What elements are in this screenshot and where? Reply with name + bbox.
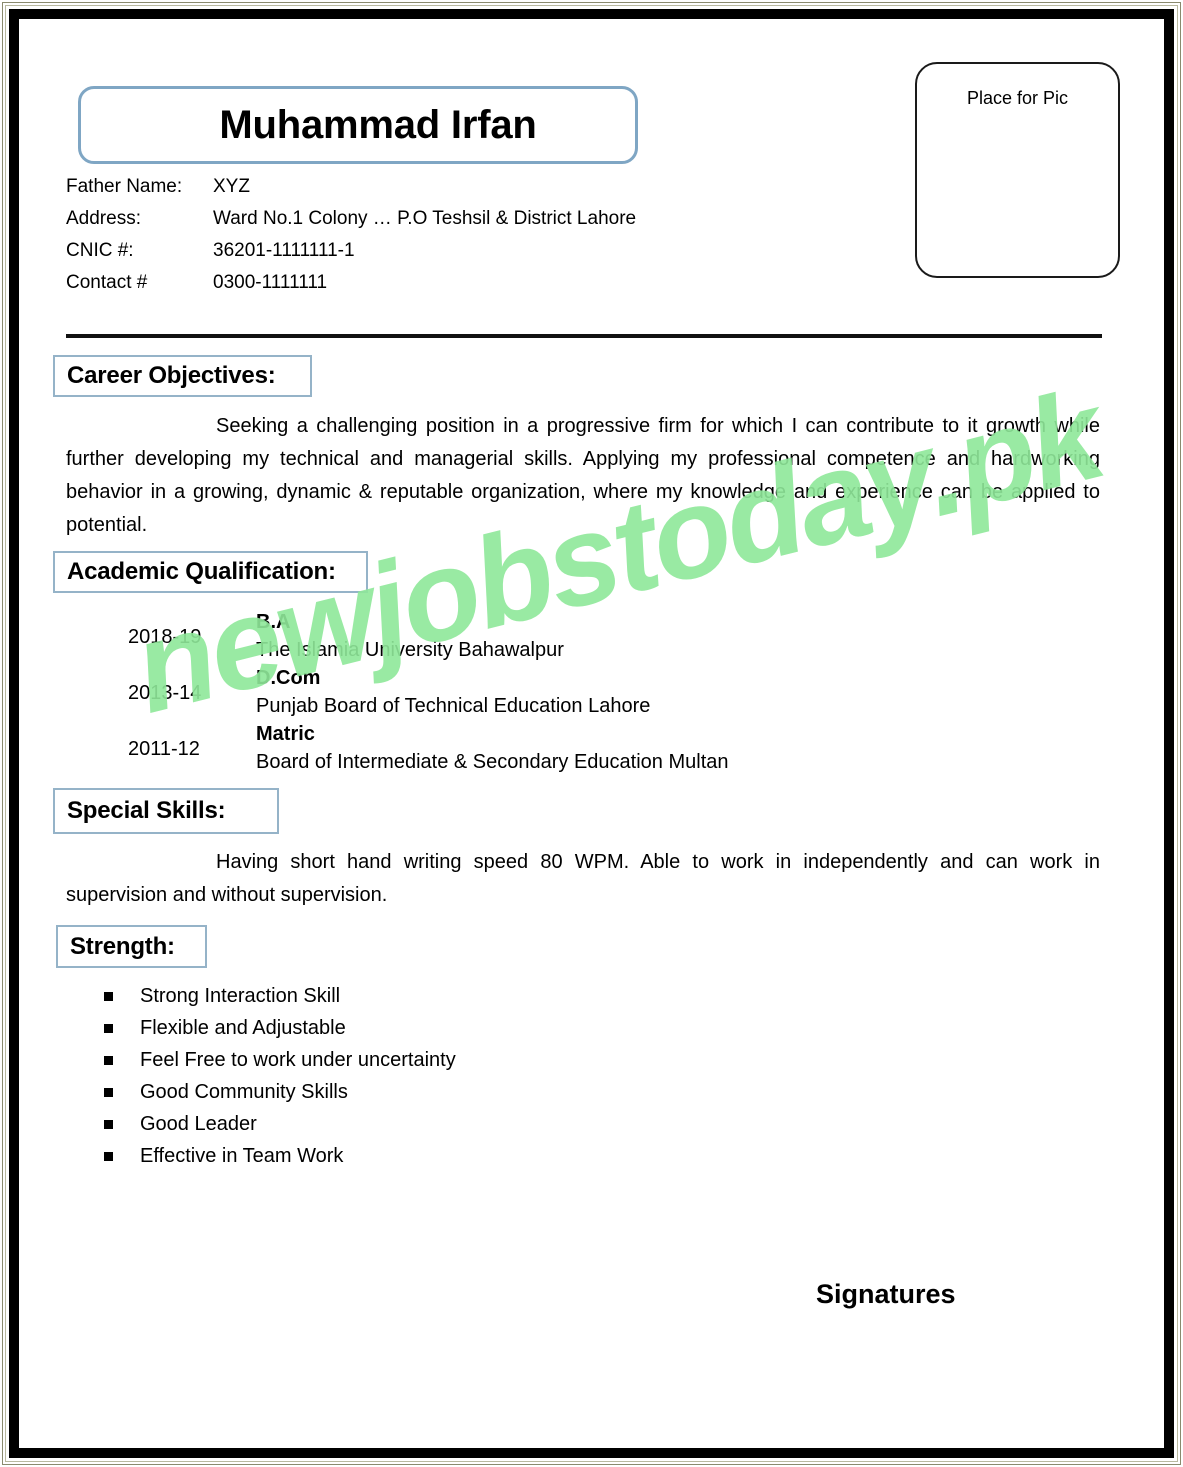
photo-placeholder-box: Place for Pic	[915, 62, 1120, 278]
info-row: Address: Ward No.1 Colony … P.O Teshsil …	[66, 208, 866, 240]
info-value-father-name: XYZ	[213, 176, 250, 197]
strength-item-label: Flexible and Adjustable	[140, 1016, 346, 1039]
list-item: Good Community Skills	[104, 1076, 804, 1108]
info-row: Father Name: XYZ	[66, 176, 866, 208]
education-entry: 2018-19 B.A The Islamia University Bahaw…	[66, 608, 966, 664]
photo-placeholder-label: Place for Pic	[966, 88, 1069, 108]
info-label-contact: Contact #	[66, 272, 148, 293]
header-divider-rule	[66, 334, 1102, 338]
education-degree: Matric	[256, 723, 315, 745]
education-year: 2013-14	[128, 682, 202, 704]
strength-item-label: Strong Interaction Skill	[140, 984, 341, 1007]
special-skills-text: Having short hand writing speed 80 WPM. …	[66, 851, 1100, 906]
education-institution: Punjab Board of Technical Education Laho…	[256, 695, 651, 717]
education-entry: 2011-12 Matric Board of Intermediate & S…	[66, 720, 966, 776]
education-institution: Board of Intermediate & Secondary Educat…	[256, 751, 729, 773]
education-detail: Matric Board of Intermediate & Secondary…	[256, 720, 966, 776]
list-item: Flexible and Adjustable	[104, 1012, 804, 1044]
list-item: Strong Interaction Skill	[104, 980, 804, 1012]
square-bullet-icon	[104, 1055, 113, 1065]
square-bullet-icon	[104, 1119, 113, 1129]
info-row: Contact # 0300-1111111	[66, 272, 866, 304]
section-heading-strength: Strength:	[56, 925, 207, 968]
list-item: Good Leader	[104, 1108, 804, 1140]
list-item: Feel Free to work under uncertainty	[104, 1044, 804, 1076]
candidate-name: Muhammad Irfan	[219, 102, 537, 147]
square-bullet-icon	[104, 991, 113, 1001]
section-heading-career-objectives: Career Objectives:	[53, 355, 312, 397]
education-detail: D.Com Punjab Board of Technical Educatio…	[256, 664, 966, 720]
education-year: 2018-19	[128, 626, 202, 648]
resume-content: Muhammad Irfan Place for Pic Father Name…	[0, 0, 1183, 1467]
info-row: CNIC #: 36201-1111111-1	[66, 240, 866, 272]
section-heading-special-skills: Special Skills:	[53, 788, 279, 834]
info-label-cnic: CNIC #:	[66, 240, 134, 261]
info-value-cnic: 36201-1111111-1	[213, 240, 355, 261]
strength-item-label: Good Community Skills	[140, 1080, 348, 1103]
education-institution: The Islamia University Bahawalpur	[256, 639, 564, 661]
resume-page: Muhammad Irfan Place for Pic Father Name…	[0, 0, 1183, 1467]
square-bullet-icon	[104, 1023, 113, 1033]
education-year: 2011-12	[128, 738, 200, 760]
info-label-father-name: Father Name:	[66, 176, 183, 197]
strength-item-label: Effective in Team Work	[140, 1144, 344, 1167]
education-entry: 2013-14 D.Com Punjab Board of Technical …	[66, 664, 966, 720]
education-degree: D.Com	[256, 667, 321, 689]
info-label-address: Address:	[66, 208, 141, 229]
strength-item-label: Good Leader	[140, 1112, 257, 1135]
info-value-address: Ward No.1 Colony … P.O Teshsil & Distric…	[213, 208, 637, 229]
list-item: Effective in Team Work	[104, 1140, 804, 1172]
personal-info-block: Father Name: XYZ Address: Ward No.1 Colo…	[66, 176, 866, 304]
square-bullet-icon	[104, 1151, 113, 1161]
strength-item-label: Feel Free to work under uncertainty	[140, 1048, 456, 1071]
education-detail: B.A The Islamia University Bahawalpur	[256, 608, 966, 664]
career-objectives-text: Seeking a challenging position in a prog…	[66, 415, 1100, 536]
strength-list: Strong Interaction Skill Flexible and Ad…	[104, 980, 804, 1172]
education-degree: B.A	[256, 611, 291, 633]
square-bullet-icon	[104, 1087, 113, 1097]
name-banner: Muhammad Irfan	[78, 86, 638, 164]
info-value-contact: 0300-1111111	[213, 272, 328, 293]
academic-qualification-list: 2018-19 B.A The Islamia University Bahaw…	[66, 608, 966, 776]
section-heading-academic-qualification: Academic Qualification:	[53, 551, 368, 593]
signature-label: Signatures	[816, 1279, 956, 1309]
